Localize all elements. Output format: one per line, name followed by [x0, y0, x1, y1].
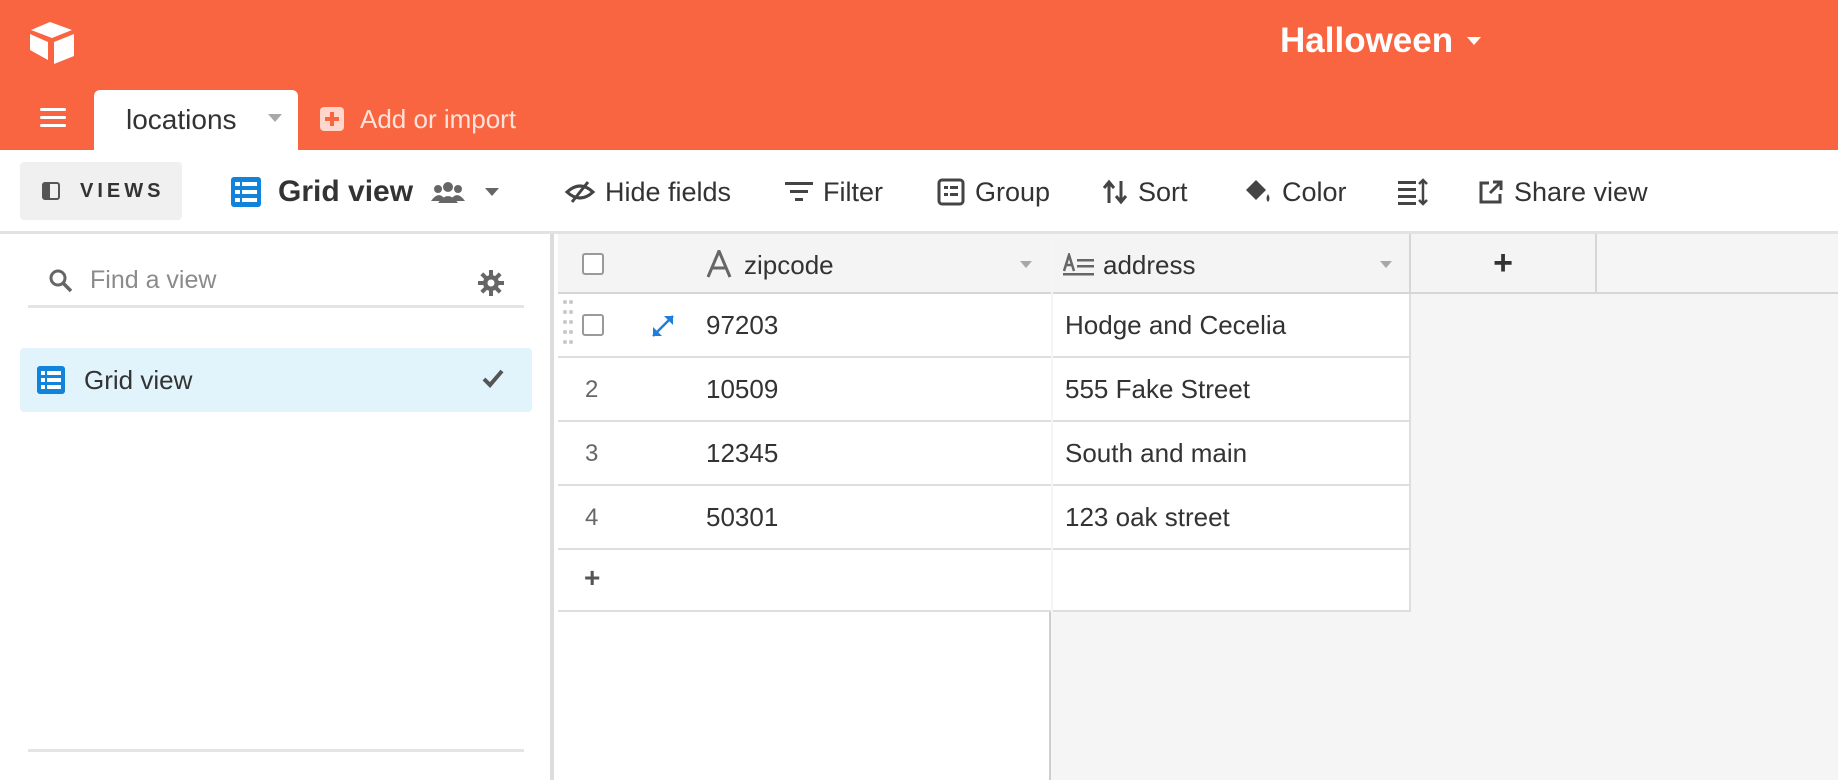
cell-address[interactable]: Hodge and Cecelia — [1065, 310, 1286, 341]
views-toggle-button[interactable]: VIEWS — [20, 162, 182, 220]
cell-address[interactable]: South and main — [1065, 438, 1247, 469]
row-checkbox[interactable] — [582, 314, 604, 336]
group-icon — [937, 178, 965, 206]
chevron-down-icon — [1467, 37, 1482, 45]
filter-icon — [785, 182, 813, 201]
checkmark-icon — [482, 369, 504, 388]
filter-label: Filter — [823, 176, 883, 207]
sidebar-item-grid-view[interactable]: Grid view — [20, 348, 532, 412]
table-row[interactable]: 3 12345 — [558, 422, 1051, 486]
cell-zipcode[interactable]: 12345 — [706, 438, 778, 469]
add-or-import-label: Add or import — [360, 103, 517, 134]
table-row[interactable]: 4 50301 — [558, 486, 1051, 550]
base-title[interactable]: Halloween — [1280, 18, 1482, 64]
drag-handle-icon[interactable] — [562, 298, 574, 350]
share-view-button[interactable]: Share view — [1478, 164, 1648, 220]
row-height-icon — [1398, 178, 1428, 206]
grid-header-address: address — [1053, 234, 1411, 294]
column-header-zipcode[interactable]: zipcode — [744, 250, 834, 281]
find-view-placeholder: Find a view — [90, 266, 217, 294]
sidebar-divider — [28, 749, 524, 752]
column-header-address[interactable]: address — [1103, 250, 1196, 281]
collaborative-view-icon — [431, 182, 466, 203]
table-row[interactable]: South and main — [1053, 422, 1411, 486]
column-menu-icon[interactable] — [1020, 261, 1032, 268]
view-toolbar: VIEWS Grid view Hide fields Filter Group… — [0, 150, 1838, 234]
table-row[interactable]: 97203 — [558, 294, 1051, 358]
group-button[interactable]: Group — [937, 164, 1050, 220]
add-record-row[interactable] — [1053, 550, 1411, 612]
tab-locations[interactable]: locations — [94, 90, 298, 150]
add-record-row[interactable]: + — [558, 550, 1051, 612]
sidebar-panel-icon — [42, 182, 60, 200]
share-icon — [1479, 180, 1503, 204]
sort-icon — [1102, 179, 1128, 205]
find-view-search[interactable]: Find a view — [28, 256, 524, 308]
table-row[interactable]: 555 Fake Street — [1053, 358, 1411, 422]
text-field-icon — [706, 250, 732, 278]
cell-address[interactable]: 123 oak street — [1065, 502, 1230, 533]
table-row[interactable]: 123 oak street — [1053, 486, 1411, 550]
hide-fields-button[interactable]: Hide fields — [565, 164, 731, 220]
sidebar-item-label: Grid view — [84, 364, 193, 395]
table-row[interactable]: 2 10509 — [558, 358, 1051, 422]
row-height-button[interactable] — [1398, 164, 1438, 220]
hamburger-icon[interactable] — [40, 108, 66, 130]
paint-bucket-icon — [1246, 180, 1270, 202]
chevron-down-icon[interactable] — [268, 114, 282, 122]
hide-fields-label: Hide fields — [605, 176, 732, 207]
filter-button[interactable]: Filter — [785, 164, 883, 220]
column-menu-icon[interactable] — [1380, 261, 1392, 268]
current-view-label: Grid view — [278, 175, 414, 208]
long-text-field-icon — [1063, 253, 1094, 276]
header-divider — [1597, 292, 1838, 294]
add-record-button[interactable]: + — [584, 562, 600, 594]
add-field-button[interactable]: + — [1411, 234, 1597, 294]
view-switcher[interactable]: Grid view — [230, 164, 500, 220]
airtable-logo-icon[interactable] — [28, 20, 76, 64]
gear-icon[interactable] — [478, 270, 504, 296]
row-number: 3 — [585, 440, 599, 467]
cell-zipcode[interactable]: 97203 — [706, 310, 778, 341]
chevron-down-icon — [485, 188, 500, 196]
sort-label: Sort — [1138, 176, 1188, 207]
group-label: Group — [975, 176, 1051, 207]
color-label: Color — [1282, 176, 1347, 207]
app-header: Halloween locations Add or import — [0, 0, 1838, 150]
grid-header-primary: zipcode — [558, 234, 1051, 294]
base-title-label: Halloween — [1280, 21, 1454, 60]
grid-view-icon — [37, 366, 65, 394]
color-button[interactable]: Color — [1242, 164, 1347, 220]
views-sidebar: Find a view Grid view — [0, 234, 554, 780]
row-number: 2 — [585, 376, 599, 403]
row-number: 4 — [585, 504, 599, 531]
table-row[interactable]: Hodge and Cecelia — [1053, 294, 1411, 358]
expand-record-icon[interactable] — [650, 313, 676, 339]
add-or-import-button[interactable]: Add or import — [320, 100, 516, 138]
cell-zipcode[interactable]: 10509 — [706, 374, 778, 405]
search-icon — [49, 269, 73, 292]
sort-button[interactable]: Sort — [1102, 164, 1188, 220]
cell-zipcode[interactable]: 50301 — [706, 502, 778, 533]
plus-square-icon — [320, 107, 344, 131]
tab-label: locations — [126, 104, 237, 135]
share-view-label: Share view — [1514, 176, 1648, 207]
grid-view-icon — [231, 177, 261, 207]
eye-slash-icon — [565, 181, 595, 203]
select-all-checkbox[interactable] — [582, 253, 604, 275]
views-label: VIEWS — [80, 179, 165, 202]
cell-address[interactable]: 555 Fake Street — [1065, 374, 1250, 405]
grid-view: zipcode address + 97203 Hodge and Ceceli… — [558, 234, 1838, 780]
